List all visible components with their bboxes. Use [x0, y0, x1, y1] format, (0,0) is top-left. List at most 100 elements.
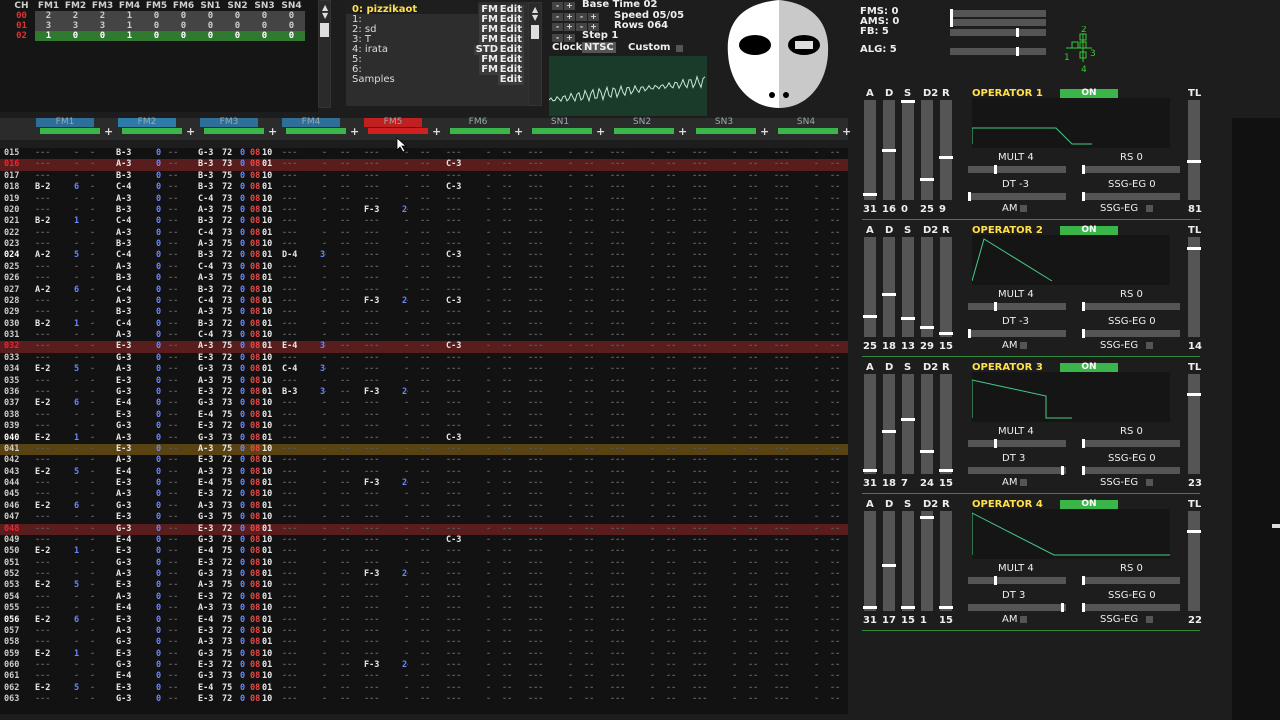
- pattern-cell[interactable]: 08: [250, 330, 261, 342]
- pattern-cell[interactable]: B-3: [116, 239, 132, 251]
- pattern-cell[interactable]: 10: [262, 330, 273, 342]
- pattern-row[interactable]: 051 --- - - -- --- - -- --- - -- --- - -- --- - -- --- - --…: [0, 557, 848, 570]
- matrix-cell[interactable]: 2: [62, 11, 89, 21]
- pattern-cell[interactable]: 0: [156, 557, 162, 570]
- matrix-cell[interactable]: 0: [251, 11, 278, 21]
- pattern-cell[interactable]: 01: [262, 409, 273, 422]
- pattern-cell[interactable]: F-3: [364, 386, 380, 399]
- pattern-cell[interactable]: 73: [222, 193, 233, 205]
- pattern-cell[interactable]: E-3: [198, 591, 214, 604]
- pattern-cell[interactable]: 1: [74, 318, 80, 331]
- pattern-cell[interactable]: E-4: [116, 603, 132, 615]
- custom-checkbox[interactable]: [676, 45, 683, 52]
- pattern-cell[interactable]: 72: [222, 625, 233, 638]
- pattern-cell[interactable]: 73: [222, 466, 233, 479]
- pattern-cell[interactable]: 6: [74, 398, 80, 410]
- pattern-cell[interactable]: E-3: [116, 546, 132, 558]
- pattern-row[interactable]: 021- -- --- - -- --- - -- --- - -- --- - -- --- - -- --- -…: [0, 216, 848, 228]
- pattern-cell[interactable]: B-3: [198, 170, 214, 183]
- pattern-cell[interactable]: E-3: [198, 489, 214, 501]
- matrix-cell[interactable]: 0: [170, 11, 197, 21]
- pattern-cell[interactable]: 75: [222, 443, 233, 456]
- pattern-cell[interactable]: 0: [240, 580, 246, 592]
- pattern-cell[interactable]: 75: [222, 546, 233, 558]
- pattern-cell[interactable]: 10: [262, 216, 273, 228]
- matrix-cell[interactable]: 0: [251, 31, 278, 41]
- pattern-cell[interactable]: 08: [250, 500, 261, 513]
- pattern-cell[interactable]: 0: [156, 421, 162, 433]
- pattern-cell[interactable]: 08: [250, 523, 261, 535]
- channel-label-fm6[interactable]: FM6: [440, 118, 516, 127]
- pattern-cell[interactable]: 0: [156, 694, 162, 706]
- pattern-cell[interactable]: 08: [250, 421, 261, 433]
- pattern-cell[interactable]: 72: [222, 318, 233, 331]
- operator-on-toggle[interactable]: ON: [1060, 363, 1118, 372]
- pattern-cell[interactable]: 10: [262, 603, 273, 615]
- rs-slider[interactable]: [1082, 439, 1180, 448]
- pattern-cell[interactable]: 0: [240, 625, 246, 638]
- pattern-cell[interactable]: 08: [250, 250, 261, 262]
- pattern-cell[interactable]: 73: [222, 261, 233, 274]
- channel-expand-button[interactable]: +: [268, 125, 277, 138]
- pattern-cell[interactable]: 0: [240, 614, 246, 626]
- pattern-row[interactable]: 054 --- - - -- --- - -- --- - -- --- - -- --- - -- --- - --…: [0, 591, 848, 604]
- pattern-cell[interactable]: 0: [240, 193, 246, 205]
- ams-slider[interactable]: [950, 18, 1046, 27]
- pattern-cell[interactable]: 0: [156, 409, 162, 422]
- pattern-cell[interactable]: 08: [250, 159, 261, 171]
- pattern-cell[interactable]: 01: [262, 455, 273, 467]
- pattern-cell[interactable]: 75: [222, 307, 233, 319]
- pattern-cell[interactable]: 0: [156, 523, 162, 535]
- pattern-cell[interactable]: A-3: [198, 307, 214, 319]
- pattern-row[interactable]: 016 --- - - -- --- - -- --- - -- - -- --- - -- --- - -- ---…: [0, 159, 848, 171]
- pattern-cell[interactable]: 01: [262, 500, 273, 513]
- pattern-cell[interactable]: 0: [156, 455, 162, 467]
- pattern-cell[interactable]: 73: [222, 569, 233, 581]
- pattern-cell[interactable]: B-3: [116, 273, 132, 285]
- pattern-cell[interactable]: 5: [74, 580, 80, 592]
- pattern-cell[interactable]: C-3: [446, 159, 462, 171]
- pattern-cell[interactable]: 0: [240, 216, 246, 228]
- matrix-cell[interactable]: 0: [170, 21, 197, 31]
- pattern-cell[interactable]: C-4: [116, 250, 132, 262]
- matrix-cell[interactable]: 0: [143, 31, 170, 41]
- channel-volume-bar[interactable]: [450, 128, 510, 134]
- pattern-cell[interactable]: 10: [262, 466, 273, 479]
- pattern-cell[interactable]: 01: [262, 318, 273, 331]
- pattern-cell[interactable]: 1: [74, 648, 80, 661]
- pattern-cell[interactable]: 72: [222, 216, 233, 228]
- pattern-cell[interactable]: 0: [156, 443, 162, 456]
- pattern-row[interactable]: 055 --- - - -- --- - -- --- - -- --- - -- --- - -- --- - --…: [0, 603, 848, 615]
- pattern-cell[interactable]: E-2: [35, 500, 51, 513]
- pattern-cell[interactable]: B-3: [116, 148, 132, 160]
- pattern-cell[interactable]: G-3: [198, 364, 214, 376]
- pattern-cell[interactable]: 08: [250, 409, 261, 422]
- pattern-cell[interactable]: E-3: [198, 660, 214, 672]
- pattern-cell[interactable]: E-2: [35, 432, 51, 444]
- pattern-cell[interactable]: 0: [156, 591, 162, 604]
- pattern-cell[interactable]: 72: [222, 523, 233, 535]
- pattern-cell[interactable]: G-3: [116, 523, 132, 535]
- pattern-cell[interactable]: 08: [250, 580, 261, 592]
- pattern-cell[interactable]: 75: [222, 170, 233, 183]
- fms-slider[interactable]: [950, 9, 1046, 18]
- am-checkbox[interactable]: [1020, 342, 1027, 349]
- pattern-cell[interactable]: B-3: [116, 307, 132, 319]
- matrix-scrollbar[interactable]: ▲ ▼: [318, 0, 331, 108]
- pattern-cell[interactable]: 0: [240, 386, 246, 399]
- pattern-row[interactable]: 036 --- - - -- -- -- --- - -- --- - -- --- - -- --- - -- --…: [0, 386, 848, 399]
- pattern-cell[interactable]: 2: [402, 295, 408, 308]
- pattern-cell[interactable]: 6: [74, 614, 80, 626]
- pattern-cell[interactable]: E-4: [116, 398, 132, 410]
- pattern-cell[interactable]: E-3: [116, 512, 132, 524]
- pattern-cell[interactable]: 0: [240, 273, 246, 285]
- pattern-cell[interactable]: E-2: [35, 580, 51, 592]
- pattern-row[interactable]: 033 --- - - -- --- - -- --- - -- --- - -- --- - -- --- - --…: [0, 352, 848, 365]
- matrix-cell[interactable]: 0: [224, 11, 251, 21]
- adsr-slider[interactable]: [920, 374, 934, 474]
- pattern-cell[interactable]: 0: [156, 637, 162, 649]
- channel-label-fm3[interactable]: FM3: [200, 118, 258, 127]
- pattern-cell[interactable]: G-3: [198, 512, 214, 524]
- ssg-slider[interactable]: [1082, 192, 1180, 201]
- pattern-cell[interactable]: 0: [156, 307, 162, 319]
